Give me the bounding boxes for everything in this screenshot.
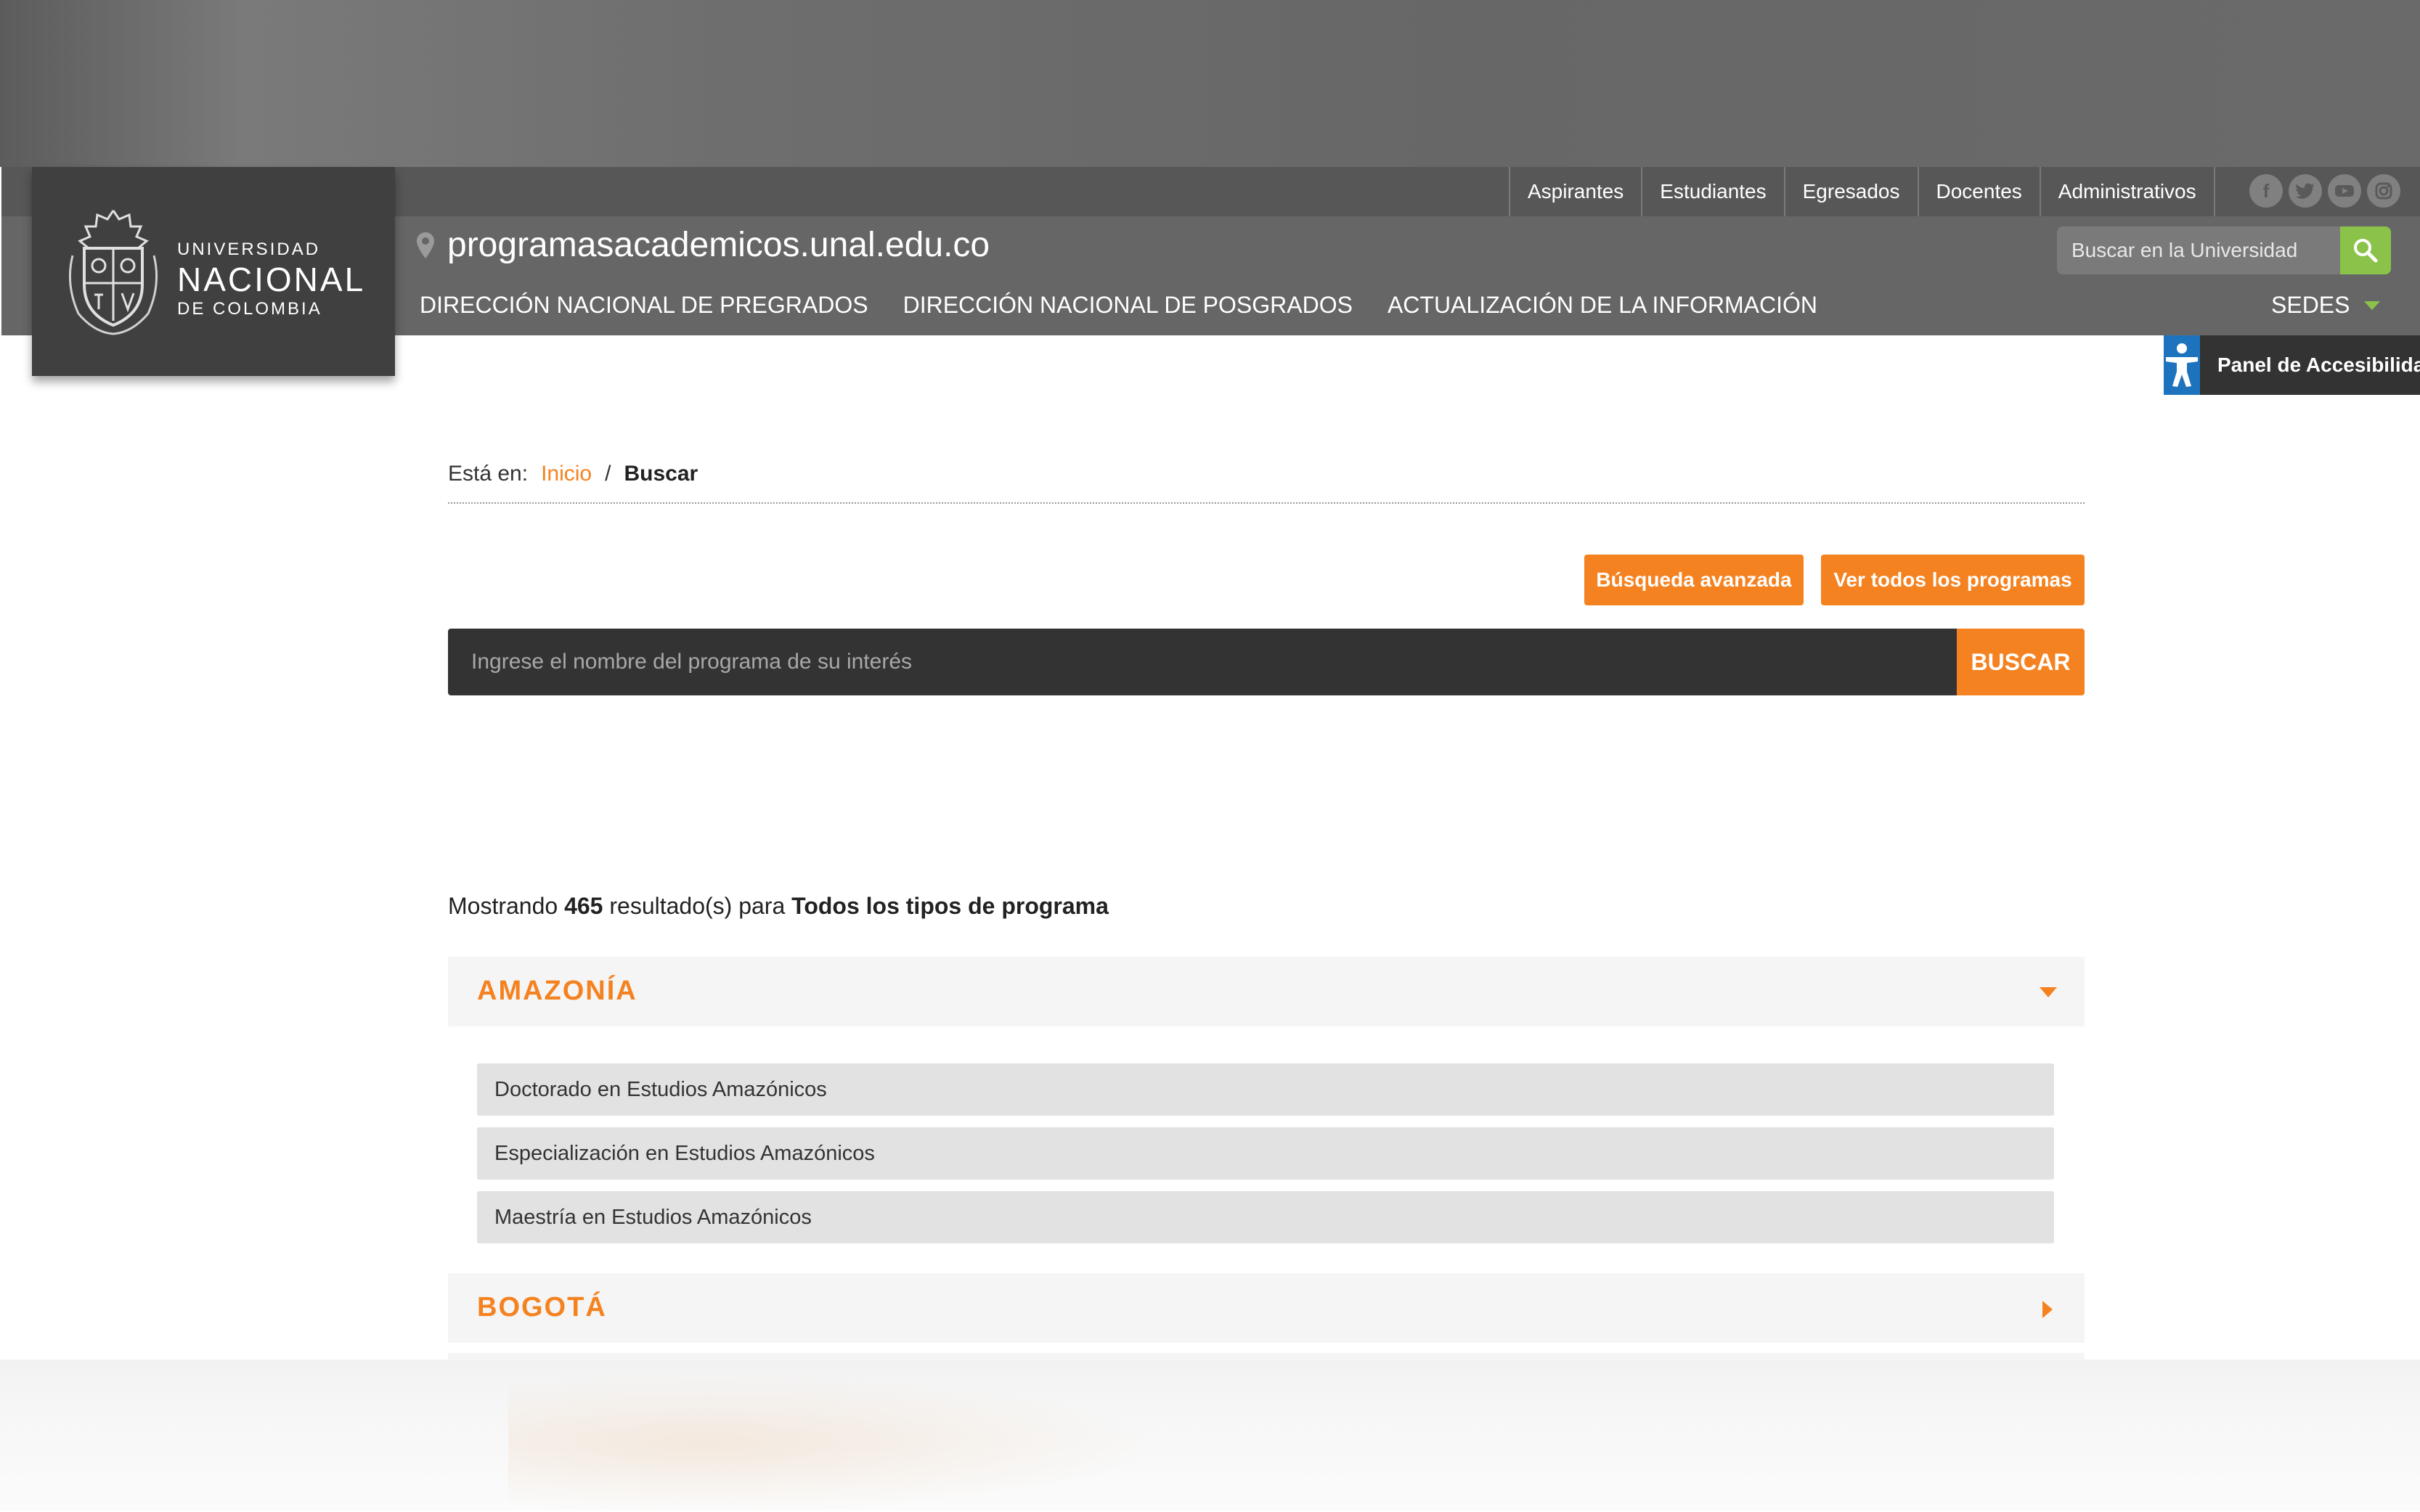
section-header-amazonia[interactable]: AMAZONÍA (448, 957, 2085, 1026)
program-item-doctorado[interactable]: Doctorado en Estudios Amazónicos (477, 1063, 2054, 1116)
social-links: f (2249, 174, 2400, 208)
university-search-button[interactable] (2340, 226, 2391, 274)
section-header-bogota[interactable]: BOGOTÁ (448, 1273, 2085, 1343)
site-url[interactable]: programasacademicos.unal.edu.co (417, 225, 990, 265)
main-nav: DIRECCIÓN NACIONAL DE PREGRADOS DIRECCIÓ… (420, 292, 1817, 319)
nav-pregrados[interactable]: DIRECCIÓN NACIONAL DE PREGRADOS (420, 292, 868, 319)
blurred-backdrop-top (0, 0, 2420, 167)
breadcrumb-separator: / (605, 462, 611, 486)
advanced-search-button[interactable]: Búsqueda avanzada (1584, 555, 1804, 605)
role-link-docentes[interactable]: Docentes (1917, 167, 2040, 216)
breadcrumb-current: Buscar (624, 462, 698, 486)
youtube-play-glyph (2335, 185, 2354, 197)
site-url-text: programasacademicos.unal.edu.co (447, 226, 990, 264)
blurred-backdrop-bottom (0, 1360, 2420, 1512)
breadcrumb-home-link[interactable]: Inicio (541, 462, 592, 486)
breadcrumb-prefix: Está en: (448, 462, 529, 486)
accessibility-panel-toggle[interactable]: Panel de Accesibilidad (2164, 335, 2420, 395)
twitter-bird-glyph (2296, 183, 2314, 199)
role-link-estudiantes[interactable]: Estudiantes (1641, 167, 1783, 216)
youtube-icon[interactable] (2328, 174, 2361, 208)
role-link-administrativos[interactable]: Administrativos (2039, 167, 2215, 216)
results-middle: resultado(s) para (609, 893, 786, 919)
breadcrumb: Está en: Inicio / Buscar (448, 462, 2085, 504)
logo-line-2: NACIONAL (177, 261, 366, 298)
nav-actualizacion[interactable]: ACTUALIZACIÓN DE LA INFORMACIÓN (1388, 292, 1817, 319)
logo-line-1: UNIVERSIDAD (177, 240, 321, 259)
caret-down-icon (2040, 987, 2057, 997)
all-programs-button[interactable]: Ver todos los programas (1821, 555, 2085, 605)
program-search-input[interactable] (448, 629, 1957, 695)
coat-of-arms-icon (68, 210, 158, 335)
nav-posgrados[interactable]: DIRECCIÓN NACIONAL DE POSGRADOS (903, 292, 1353, 319)
search-icon (2354, 239, 2378, 263)
university-search-input[interactable] (2057, 226, 2340, 274)
accessibility-label: Panel de Accesibilidad (2217, 354, 2420, 376)
backdrop-glow (508, 1374, 1162, 1512)
results-summary: Mostrando 465 resultado(s) para Todos lo… (448, 893, 1109, 920)
role-links: Aspirantes Estudiantes Egresados Docente… (1509, 167, 2215, 216)
role-link-aspirantes[interactable]: Aspirantes (1509, 167, 1641, 216)
instagram-camera-glyph (2375, 182, 2392, 200)
caret-right-icon (2042, 1301, 2053, 1318)
program-item-maestria[interactable]: Maestría en Estudios Amazónicos (477, 1191, 2054, 1243)
results-filter: Todos los tipos de programa (791, 893, 1109, 919)
sedes-dropdown[interactable]: SEDES (2271, 292, 2381, 319)
logo-line-3: DE COLOMBIA (177, 299, 322, 319)
section-header-next-partial (448, 1353, 2085, 1360)
twitter-icon[interactable] (2289, 174, 2322, 208)
section-title: AMAZONÍA (477, 976, 637, 1006)
results-prefix: Mostrando (448, 893, 558, 919)
facebook-icon[interactable]: f (2249, 174, 2283, 208)
results-count: 465 (564, 893, 603, 919)
section-title: BOGOTÁ (477, 1292, 607, 1323)
chevron-down-icon (2364, 301, 2381, 310)
university-logo[interactable]: UNIVERSIDAD NACIONAL DE COLOMBIA (32, 167, 395, 376)
accessibility-figure-glyph (2166, 343, 2198, 387)
logo-text: UNIVERSIDAD NACIONAL DE COLOMBIA (177, 240, 365, 319)
accessibility-icon (2164, 335, 2200, 395)
sedes-label: SEDES (2271, 292, 2350, 318)
buscar-button[interactable]: BUSCAR (1957, 629, 2085, 695)
role-link-egresados[interactable]: Egresados (1783, 167, 1918, 216)
program-item-especializacion[interactable]: Especialización en Estudios Amazónicos (477, 1127, 2054, 1180)
instagram-icon[interactable] (2367, 174, 2400, 208)
location-pin-icon (417, 232, 434, 258)
